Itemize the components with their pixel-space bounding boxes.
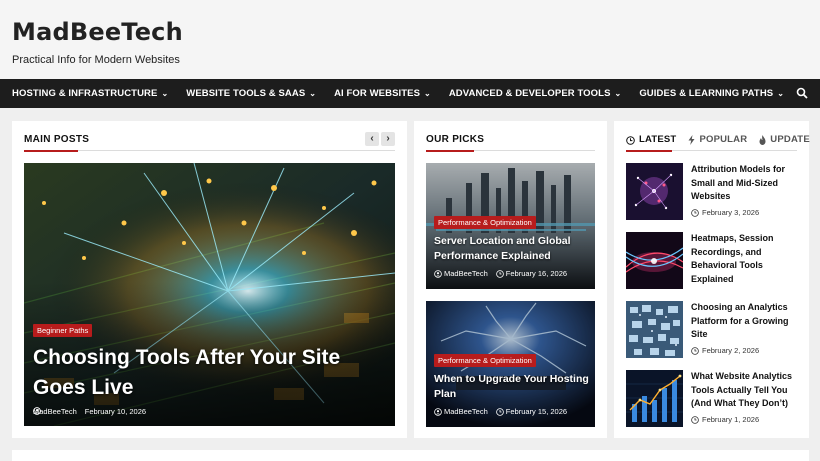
main-nav: HOSTING & INFRASTRUCTURE ⌄ WEBSITE TOOLS …	[0, 79, 820, 108]
post-date: February 15, 2026	[505, 407, 568, 416]
list-item-date: February 1, 2026	[691, 415, 759, 424]
list-item-date: February 3, 2026	[691, 208, 759, 217]
post-thumbnail	[626, 232, 683, 289]
pick-title[interactable]: When to Upgrade Your Hosting Plan	[434, 372, 590, 402]
clock-icon	[626, 135, 635, 145]
section-underline	[24, 150, 78, 152]
author-meta[interactable]: MadBeeTech	[434, 407, 488, 416]
tab-bar: LATEST POPULAR UPDATE	[626, 133, 810, 152]
date-meta: February 16, 2026	[495, 269, 568, 278]
category-badge[interactable]: Performance & Optimization	[434, 216, 536, 229]
featured-post[interactable]: Beginner Paths Choosing Tools After Your…	[24, 163, 395, 426]
clock-icon	[495, 269, 504, 278]
date-meta: February 10, 2026	[33, 407, 147, 416]
clock-icon	[691, 208, 699, 217]
section-header: MAIN POSTS ‹ ›	[24, 132, 395, 152]
nav-item-hosting[interactable]: HOSTING & INFRASTRUCTURE ⌄	[12, 88, 168, 99]
nav-item-label: GUIDES & LEARNING PATHS	[639, 88, 774, 99]
site-tagline: Practical Info for Modern Websites	[12, 54, 180, 66]
category-badge[interactable]: Beginner Paths	[33, 324, 93, 337]
tab-update[interactable]: UPDATE	[759, 133, 810, 147]
list-item-title[interactable]: Heatmaps, Session Recordings, and Behavi…	[691, 232, 797, 286]
tab-label: LATEST	[639, 134, 677, 145]
tab-label: POPULAR	[699, 134, 748, 145]
nav-item-label: AI FOR WEBSITES	[334, 88, 421, 99]
nav-item-label: ADVANCED & DEVELOPER TOOLS	[448, 88, 611, 99]
tab-label: UPDATE	[770, 134, 810, 145]
slider-next-button[interactable]: ›	[381, 132, 395, 146]
post-meta: MadBeeTech February 15, 2026	[434, 407, 575, 416]
list-item-title[interactable]: What Website Analytics Tools Actually Te…	[691, 370, 797, 411]
slider-prev-button[interactable]: ‹	[365, 132, 379, 146]
next-section-panel	[12, 450, 809, 461]
post-date: February 2, 2026	[702, 346, 760, 355]
post-date: February 10, 2026	[84, 407, 147, 416]
main-posts-panel: MAIN POSTS ‹ › Beginner Paths Choosing T…	[12, 121, 407, 438]
list-item[interactable]: What Website Analytics Tools Actually Te…	[626, 370, 797, 427]
pick-title[interactable]: Server Location and Global Performance E…	[434, 234, 590, 264]
search-icon[interactable]	[796, 87, 808, 99]
post-thumbnail	[626, 301, 683, 358]
slider-controls: ‹ ›	[365, 132, 395, 146]
tab-underline	[626, 150, 672, 152]
user-icon	[434, 407, 442, 416]
chevron-down-icon: ⌄	[161, 89, 169, 98]
tab-popular[interactable]: POPULAR	[688, 133, 747, 147]
post-thumbnail	[626, 370, 683, 427]
clock-icon	[33, 407, 41, 415]
nav-item-website-tools[interactable]: WEBSITE TOOLS & SAAS ⌄	[186, 88, 316, 99]
list-item-title[interactable]: Choosing an Analytics Platform for a Gro…	[691, 301, 797, 342]
nav-item-guides[interactable]: GUIDES & LEARNING PATHS ⌄	[639, 88, 784, 99]
clock-icon	[495, 407, 504, 416]
post-meta: MadBeeTech February 16, 2026	[434, 269, 575, 278]
pick-card[interactable]: Performance & Optimization When to Upgra…	[426, 301, 595, 427]
site-title[interactable]: MadBeeTech	[12, 17, 808, 47]
user-icon	[434, 269, 442, 278]
clock-icon	[691, 346, 699, 355]
nav-item-advanced[interactable]: ADVANCED & DEVELOPER TOOLS ⌄	[449, 88, 621, 99]
list-item[interactable]: Choosing an Analytics Platform for a Gro…	[626, 301, 797, 358]
list-item-title[interactable]: Attribution Models for Small and Mid-Siz…	[691, 163, 797, 204]
tab-latest[interactable]: LATEST	[626, 133, 676, 147]
nav-item-label: HOSTING & INFRASTRUCTURE	[12, 88, 158, 99]
chevron-down-icon: ⌄	[614, 89, 622, 98]
tabbed-posts-panel: LATEST POPULAR UPDATE Attribution Models…	[614, 121, 810, 438]
pick-card[interactable]: Performance & Optimization Server Locati…	[426, 163, 595, 289]
chevron-down-icon: ⌄	[777, 89, 785, 98]
section-underline	[426, 150, 474, 152]
post-meta: MadBeeTech February 10, 2026	[33, 407, 154, 416]
list-item[interactable]: Attribution Models for Small and Mid-Siz…	[626, 163, 797, 220]
list-item[interactable]: Heatmaps, Session Recordings, and Behavi…	[626, 232, 797, 289]
category-badge[interactable]: Performance & Optimization	[434, 354, 536, 367]
our-picks-panel: OUR PICKS Performance & Optimization Ser…	[414, 121, 607, 438]
post-date: February 16, 2026	[505, 269, 568, 278]
nav-item-label: WEBSITE TOOLS & SAAS	[186, 88, 306, 99]
bolt-icon	[688, 135, 695, 145]
fire-icon	[759, 135, 766, 145]
post-thumbnail	[626, 163, 683, 220]
section-header: OUR PICKS	[426, 133, 595, 152]
list-item-date: February 2, 2026	[691, 346, 759, 355]
chevron-down-icon: ⌄	[424, 89, 431, 98]
date-meta: February 15, 2026	[495, 407, 568, 416]
post-date: February 3, 2026	[702, 208, 760, 217]
site-header: MadBeeTech Practical Info for Modern Web…	[0, 0, 820, 79]
section-title: MAIN POSTS	[24, 134, 90, 145]
author-name: MadBeeTech	[444, 407, 488, 416]
section-title: OUR PICKS	[426, 134, 485, 145]
author-name: MadBeeTech	[444, 269, 488, 278]
chevron-down-icon: ⌄	[309, 89, 317, 98]
featured-post-title[interactable]: Choosing Tools After Your Site Goes Live	[33, 343, 388, 403]
nav-item-ai[interactable]: AI FOR WEBSITES ⌄	[334, 88, 431, 99]
author-meta[interactable]: MadBeeTech	[434, 269, 488, 278]
post-date: February 1, 2026	[702, 415, 760, 424]
clock-icon	[691, 415, 699, 424]
